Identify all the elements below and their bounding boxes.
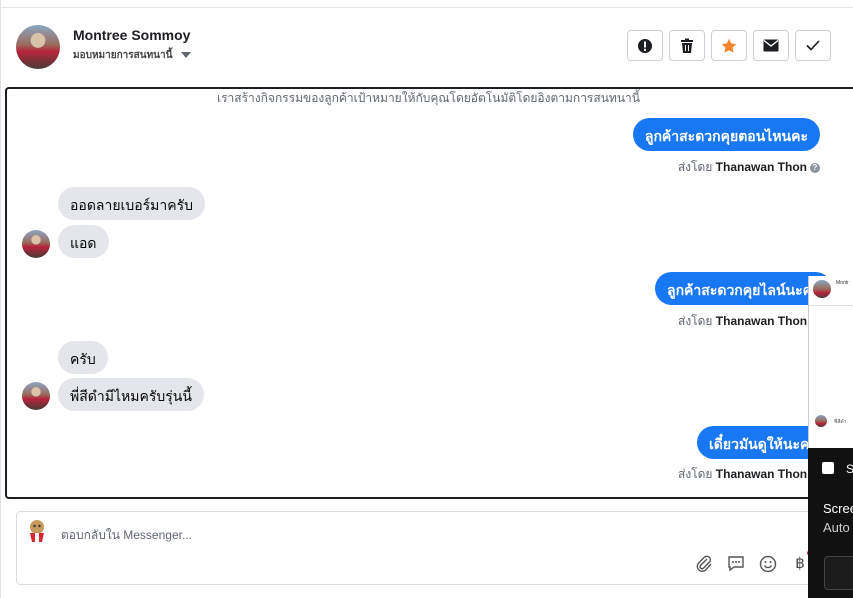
overlay-line-2: Auto bbox=[823, 520, 850, 535]
sent-by-prefix: ส่งโดย bbox=[678, 467, 713, 481]
mark-spam-button[interactable] bbox=[627, 30, 663, 61]
incoming-message[interactable]: ออดลายเบอร์มาครับ bbox=[58, 187, 206, 220]
message-thread[interactable]: เราสร้างกิจกรรมของลูกค้าเป้าหมายให้กับคุ… bbox=[5, 87, 853, 499]
customer-avatar[interactable] bbox=[16, 25, 60, 69]
incoming-message[interactable]: ครับ bbox=[58, 341, 108, 374]
trash-icon bbox=[681, 38, 693, 53]
customer-name[interactable]: Montree Sommoy bbox=[73, 27, 190, 43]
agent-name[interactable]: Thanawan Thon bbox=[716, 160, 807, 174]
alert-circle-icon bbox=[638, 38, 652, 53]
overlay-title: S bbox=[846, 462, 853, 476]
incoming-message[interactable]: พี่สีดำมีไหมครับรุ่นนี้ bbox=[58, 378, 204, 411]
overlay-line-1: Scree bbox=[823, 501, 853, 516]
header-actions bbox=[627, 30, 831, 61]
chevron-down-icon[interactable] bbox=[181, 52, 191, 58]
star-icon bbox=[721, 38, 737, 53]
preview-divider bbox=[809, 305, 853, 306]
preview-name: Montr bbox=[836, 280, 849, 286]
preview-avatar-small bbox=[815, 415, 827, 427]
preview-avatar bbox=[813, 280, 831, 298]
paperclip-icon[interactable] bbox=[694, 554, 714, 574]
sent-by-prefix: ส่งโดย bbox=[678, 314, 713, 328]
mark-done-button[interactable] bbox=[795, 30, 831, 61]
sent-by-prefix: ส่งโดย bbox=[677, 160, 713, 174]
check-icon bbox=[806, 40, 820, 51]
app-icon bbox=[822, 462, 834, 474]
sent-by-line: ส่งโดย Thanawan Thon bbox=[678, 465, 807, 484]
incoming-message[interactable]: แอด bbox=[58, 225, 109, 258]
reply-input[interactable]: ตอบกลับใน Messenger... bbox=[61, 526, 192, 545]
composer-tools: ฿ bbox=[694, 554, 810, 574]
outgoing-message[interactable]: ลูกค้าสะดวกคุยตอนไหนคะ bbox=[632, 118, 820, 151]
question-icon[interactable]: ? bbox=[810, 163, 820, 173]
outgoing-message[interactable]: ลูกค้าสะดวกคุยไลน์นะคะ bbox=[655, 272, 832, 305]
sent-by-line: ส่งโดย Thanawan Thon? bbox=[678, 158, 820, 177]
reply-composer[interactable]: ตอบกลับใน Messenger... ฿ bbox=[16, 511, 846, 585]
star-button[interactable] bbox=[711, 30, 747, 61]
assign-conversation-dropdown[interactable]: มอบหมายการสนทนานี้ bbox=[73, 48, 172, 63]
delete-button[interactable] bbox=[669, 30, 705, 61]
page-avatar bbox=[30, 520, 44, 542]
conversation-header: Montree Sommoy มอบหมายการสนทนานี้ bbox=[0, 8, 853, 86]
agent-name[interactable]: Thanawan Thon bbox=[716, 314, 807, 328]
customer-avatar-small[interactable] bbox=[22, 382, 50, 410]
mark-unread-button[interactable] bbox=[753, 30, 789, 61]
baht-icon[interactable]: ฿ bbox=[790, 554, 810, 574]
preview-thumbnail: Montr พี่สีดำ bbox=[808, 276, 853, 448]
envelope-icon bbox=[763, 39, 779, 52]
window-left-edge bbox=[0, 0, 1, 598]
customer-avatar-small[interactable] bbox=[22, 230, 50, 258]
agent-name[interactable]: Thanawan Thon bbox=[716, 467, 807, 481]
screenshot-preview-overlay[interactable]: Montr พี่สีดำ S Scree Auto bbox=[808, 276, 853, 598]
overlay-button[interactable] bbox=[824, 556, 853, 590]
system-note: เราสร้างกิจกรรมของลูกค้าเป้าหมายให้กับคุ… bbox=[217, 91, 640, 105]
sent-by-line: ส่งโดย Thanawan Thon bbox=[678, 312, 807, 331]
saved-reply-icon[interactable] bbox=[726, 554, 746, 574]
preview-message: พี่สีดำ bbox=[834, 419, 847, 425]
emoji-icon[interactable] bbox=[758, 554, 778, 574]
